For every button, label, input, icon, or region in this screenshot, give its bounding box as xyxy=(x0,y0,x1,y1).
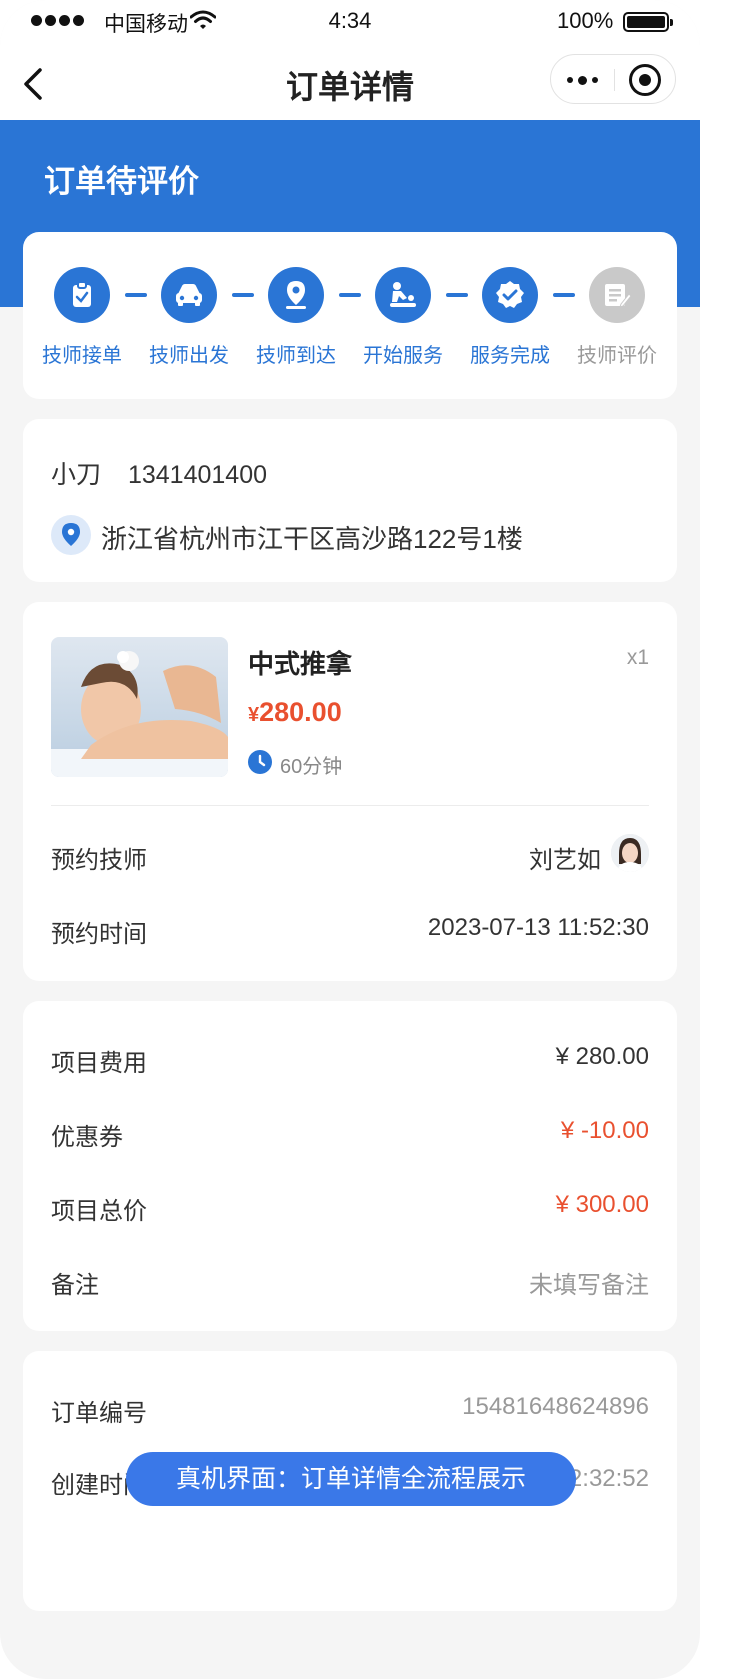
progress-card: 技师接单 技师出发 技师到达 开始服务 服务完成 技师评价 xyxy=(23,232,677,399)
step-label: 技师到达 xyxy=(256,345,336,367)
phone-screen: 中国移动 4:34 100% 订单详情 订单待评价 技师接单 技师出发 技师到达… xyxy=(0,0,700,1679)
item-fee-label: 项目费用 xyxy=(51,1050,147,1077)
status-bar: 中国移动 4:34 100% xyxy=(0,0,700,44)
service-thumbnail[interactable] xyxy=(51,637,228,777)
step-label: 服务完成 xyxy=(470,345,550,367)
battery-percent: 100% xyxy=(557,8,614,33)
battery-icon xyxy=(623,12,673,32)
clock-icon xyxy=(248,750,272,774)
technician-avatar[interactable] xyxy=(611,834,649,872)
remark-label: 备注 xyxy=(51,1272,99,1299)
step-technician-depart: 技师出发 xyxy=(134,267,244,368)
price-amount: 280.00 xyxy=(259,697,342,727)
appointment-time-value: 2023-07-13 11:52:30 xyxy=(427,914,649,941)
customer-name: 小刀 xyxy=(51,461,102,489)
location-pin-icon xyxy=(268,267,324,323)
close-mini-program-button[interactable] xyxy=(629,64,661,96)
fee-card: 项目费用 ¥ 280.00 优惠券 ¥ -10.00 项目总价 ¥ 300.00… xyxy=(23,1001,677,1331)
service-quantity: x1 xyxy=(626,646,649,669)
more-menu-button[interactable] xyxy=(551,55,614,105)
service-duration: 60分钟 xyxy=(280,756,343,778)
car-icon xyxy=(161,267,217,323)
location-icon xyxy=(51,515,91,555)
massage-icon xyxy=(375,267,431,323)
technician-name: 刘艺如 xyxy=(529,847,601,874)
remark-value: 未填写备注 xyxy=(529,1272,649,1299)
item-fee-value: ¥ 280.00 xyxy=(555,1043,649,1070)
order-status-title: 订单待评价 xyxy=(44,164,199,199)
total-label: 项目总价 xyxy=(51,1198,147,1225)
clipboard-check-icon xyxy=(54,267,110,323)
order-number-label: 订单编号 xyxy=(51,1400,147,1427)
currency-symbol: ¥ xyxy=(248,704,260,726)
coupon-value: ¥ -10.00 xyxy=(560,1117,649,1144)
step-label: 开始服务 xyxy=(363,345,443,367)
step-service-complete: 服务完成 xyxy=(455,267,565,368)
step-technician-arrive: 技师到达 xyxy=(241,267,351,368)
total-value: ¥ 300.00 xyxy=(555,1191,649,1218)
service-address: 浙江省杭州市江干区高沙路122号1楼 xyxy=(101,524,523,554)
customer-phone: 1341401400 xyxy=(127,461,268,489)
step-label: 技师接单 xyxy=(42,345,122,367)
step-start-service: 开始服务 xyxy=(348,267,458,368)
address-card[interactable]: 小刀 1341401400 浙江省杭州市江干区高沙路122号1楼 xyxy=(23,419,677,582)
step-technician-accept: 技师接单 xyxy=(27,267,137,368)
order-number-value: 15481648624896 xyxy=(462,1393,649,1420)
review-form-icon xyxy=(589,267,645,323)
coupon-label: 优惠券 xyxy=(51,1124,123,1151)
contact-line: 小刀 1341401400 xyxy=(51,455,267,491)
appointment-time-label: 预约时间 xyxy=(51,921,147,948)
step-label: 技师出发 xyxy=(149,345,229,367)
service-price: ¥280.00 xyxy=(248,697,342,728)
step-technician-review: 技师评价 xyxy=(562,267,672,368)
demo-banner: 真机界面：订单详情全流程展示 xyxy=(126,1452,576,1506)
technician-label: 预约技师 xyxy=(51,847,147,874)
step-label: 技师评价 xyxy=(577,345,657,367)
capsule-divider xyxy=(614,69,615,91)
divider xyxy=(51,805,649,806)
nav-bar: 订单详情 xyxy=(0,44,700,120)
service-card: 中式推拿 x1 ¥280.00 60分钟 预约技师 刘艺如 预约时间 2023-… xyxy=(23,602,677,981)
verified-badge-icon xyxy=(482,267,538,323)
service-name: 中式推拿 xyxy=(248,649,353,679)
mini-program-capsule xyxy=(550,54,676,104)
